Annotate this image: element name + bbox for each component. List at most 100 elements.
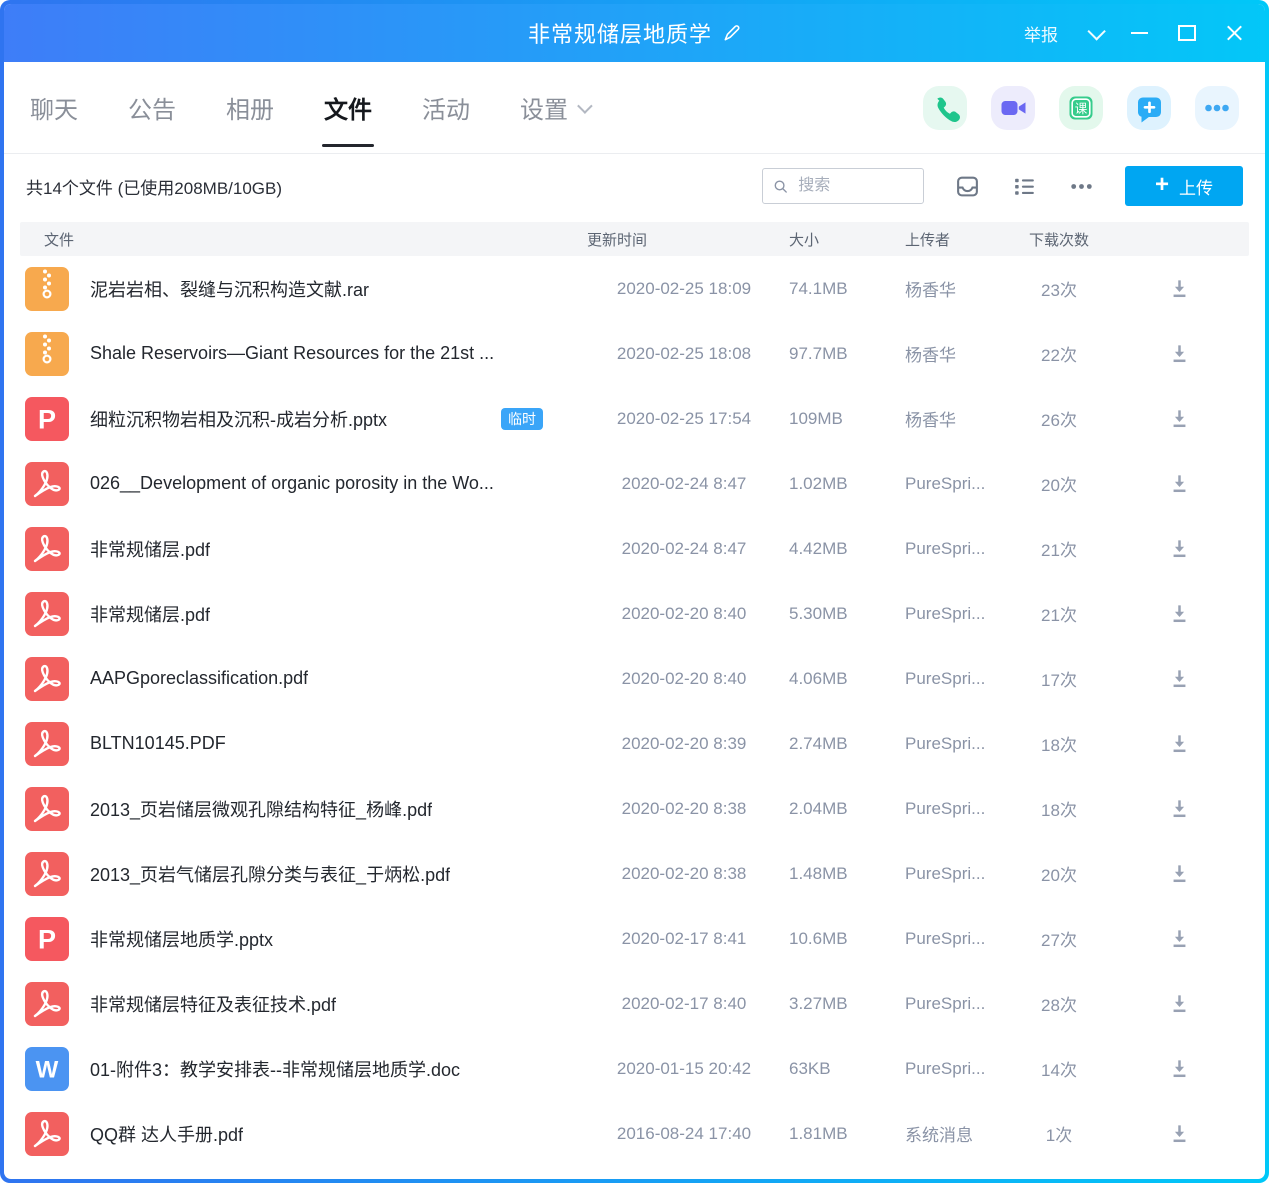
tab-album[interactable]: 相册 (226, 62, 274, 153)
file-row[interactable]: P W BLTN10145.PDF 2020-02-20 8:39 2.74MB… (20, 711, 1249, 776)
download-button[interactable] (1109, 1122, 1249, 1145)
file-cell: P W 细粒沉积物岩相及沉积-成岩分析.pptx 临时 (20, 396, 579, 442)
file-action-cell (1109, 472, 1249, 495)
file-size: 2.74MB (789, 734, 879, 754)
more-tools-button[interactable] (1068, 174, 1095, 199)
rar-file-icon: P W (24, 266, 70, 312)
temp-badge: 临时 (501, 408, 543, 430)
course-button[interactable]: 课 (1059, 86, 1103, 130)
file-uploader: PureSpri... (879, 864, 1009, 884)
file-row[interactable]: P W 01-附件3：教学安排表--非常规储层地质学.doc 2020-01-1… (20, 1036, 1249, 1101)
file-uploader: PureSpri... (879, 669, 1009, 689)
download-button[interactable] (1109, 927, 1249, 950)
download-button[interactable] (1109, 537, 1249, 560)
tab-files-label: 文件 (324, 90, 372, 125)
video-call-button[interactable] (991, 86, 1035, 130)
file-toolbar: 共14个文件 (已使用208MB/10GB) (4, 154, 1265, 218)
file-download-count: 26次 (1009, 406, 1109, 431)
minimize-button[interactable] (1131, 32, 1148, 34)
add-chat-button[interactable] (1127, 86, 1171, 130)
file-name: 01-附件3：教学安排表--非常规储层地质学.doc (90, 1056, 460, 1082)
file-download-count: 23次 (1009, 276, 1109, 301)
file-row[interactable]: P W 2013_页岩气储层孔隙分类与表征_于炳松.pdf 2020-02-20… (20, 841, 1249, 906)
file-size: 97.7MB (789, 344, 879, 364)
tab-files[interactable]: 文件 (324, 62, 372, 153)
download-icon (1168, 277, 1191, 300)
file-row[interactable]: P W 026__Development of organic porosity… (20, 451, 1249, 516)
download-button[interactable] (1109, 797, 1249, 820)
file-row[interactable]: P W QQ群 达人手册.pdf 2016-08-24 17:40 1.81MB… (20, 1101, 1249, 1166)
close-button[interactable] (1226, 25, 1243, 42)
search-box[interactable] (762, 168, 924, 204)
file-row[interactable]: P W Shale Reservoirs—Giant Resources for… (20, 321, 1249, 386)
file-row[interactable]: P W 细粒沉积物岩相及沉积-成岩分析.pptx 临时 2020-02-25 1… (20, 386, 1249, 451)
file-uploader: 系统消息 (879, 1121, 1009, 1146)
download-button[interactable] (1109, 667, 1249, 690)
more-actions-button[interactable] (1195, 86, 1239, 130)
video-camera-icon (991, 86, 1035, 130)
download-icon (1168, 797, 1191, 820)
inbox-tray-icon (954, 174, 981, 199)
file-name: 细粒沉积物岩相及沉积-成岩分析.pptx (90, 406, 387, 432)
download-button[interactable] (1109, 732, 1249, 755)
download-button[interactable] (1109, 407, 1249, 430)
file-row[interactable]: P W AAPGporeclassification.pdf 2020-02-2… (20, 646, 1249, 711)
download-button[interactable] (1109, 992, 1249, 1015)
edit-title-icon[interactable] (722, 24, 741, 43)
file-download-count: 1次 (1009, 1121, 1109, 1146)
maximize-button[interactable] (1178, 25, 1196, 41)
download-button[interactable] (1109, 602, 1249, 625)
file-size: 4.06MB (789, 669, 879, 689)
download-button[interactable] (1109, 342, 1249, 365)
file-row[interactable]: P W 非常规储层.pdf 2020-02-20 8:40 5.30MB Pur… (20, 581, 1249, 646)
tab-announcement-label: 公告 (128, 90, 176, 125)
window-title-wrap: 非常规储层地质学 (528, 17, 741, 49)
file-size: 63KB (789, 1059, 879, 1079)
file-action-cell (1109, 862, 1249, 885)
pdf-file-icon: P W (24, 591, 70, 637)
search-input[interactable] (796, 176, 913, 196)
report-button[interactable]: 举报 (1024, 21, 1058, 46)
voice-call-button[interactable] (923, 86, 967, 130)
upload-button[interactable]: + 上传 (1125, 166, 1243, 206)
file-update-time: 2020-02-25 18:08 (579, 344, 789, 364)
file-name: 2013_页岩气储层孔隙分类与表征_于炳松.pdf (90, 861, 450, 887)
phone-icon (923, 86, 967, 130)
file-cell: P W 泥岩岩相、裂缝与沉积构造文献.rar (20, 266, 579, 312)
file-uploader: 杨香华 (879, 341, 1009, 366)
file-row[interactable]: P W 非常规储层特征及表征技术.pdf 2020-02-17 8:40 3.2… (20, 971, 1249, 1036)
tab-settings[interactable]: 设置 (520, 62, 589, 153)
file-cell: P W 2013_页岩储层微观孔隙结构特征_杨峰.pdf (20, 786, 579, 832)
tab-announcement[interactable]: 公告 (128, 62, 176, 153)
file-row[interactable]: P W 非常规储层.pdf 2020-02-24 8:47 4.42MB Pur… (20, 516, 1249, 581)
file-update-time: 2020-02-24 8:47 (579, 539, 789, 559)
tab-activity-label: 活动 (422, 90, 470, 125)
window-title: 非常规储层地质学 (528, 17, 712, 49)
tab-chat[interactable]: 聊天 (30, 62, 78, 153)
file-cell: P W 2013_页岩气储层孔隙分类与表征_于炳松.pdf (20, 851, 579, 897)
file-size: 4.42MB (789, 539, 879, 559)
download-icon (1168, 927, 1191, 950)
chevron-down-icon[interactable] (1087, 22, 1105, 40)
file-size: 10.6MB (789, 929, 879, 949)
file-size: 1.81MB (789, 1124, 879, 1144)
download-icon (1168, 992, 1191, 1015)
file-cell: P W Shale Reservoirs—Giant Resources for… (20, 331, 579, 377)
download-button[interactable] (1109, 862, 1249, 885)
download-button[interactable] (1109, 277, 1249, 300)
file-inbox-button[interactable] (954, 174, 981, 199)
file-row[interactable]: P W 2013_页岩储层微观孔隙结构特征_杨峰.pdf 2020-02-20 … (20, 776, 1249, 841)
file-row[interactable]: P W 非常规储层地质学.pptx 2020-02-17 8:41 10.6MB… (20, 906, 1249, 971)
list-view-button[interactable] (1011, 174, 1038, 199)
download-button[interactable] (1109, 472, 1249, 495)
file-row[interactable]: P W 泥岩岩相、裂缝与沉积构造文献.rar 2020-02-25 18:09 … (20, 256, 1249, 321)
download-button[interactable] (1109, 1057, 1249, 1080)
file-download-count: 21次 (1009, 536, 1109, 561)
file-size: 3.27MB (789, 994, 879, 1014)
file-action-cell (1109, 797, 1249, 820)
file-name: 026__Development of organic porosity in … (90, 473, 494, 494)
tab-activity[interactable]: 活动 (422, 62, 470, 153)
file-action-cell (1109, 1122, 1249, 1145)
header-uploader: 上传者 (879, 229, 1009, 250)
file-cell: P W BLTN10145.PDF (20, 721, 579, 767)
